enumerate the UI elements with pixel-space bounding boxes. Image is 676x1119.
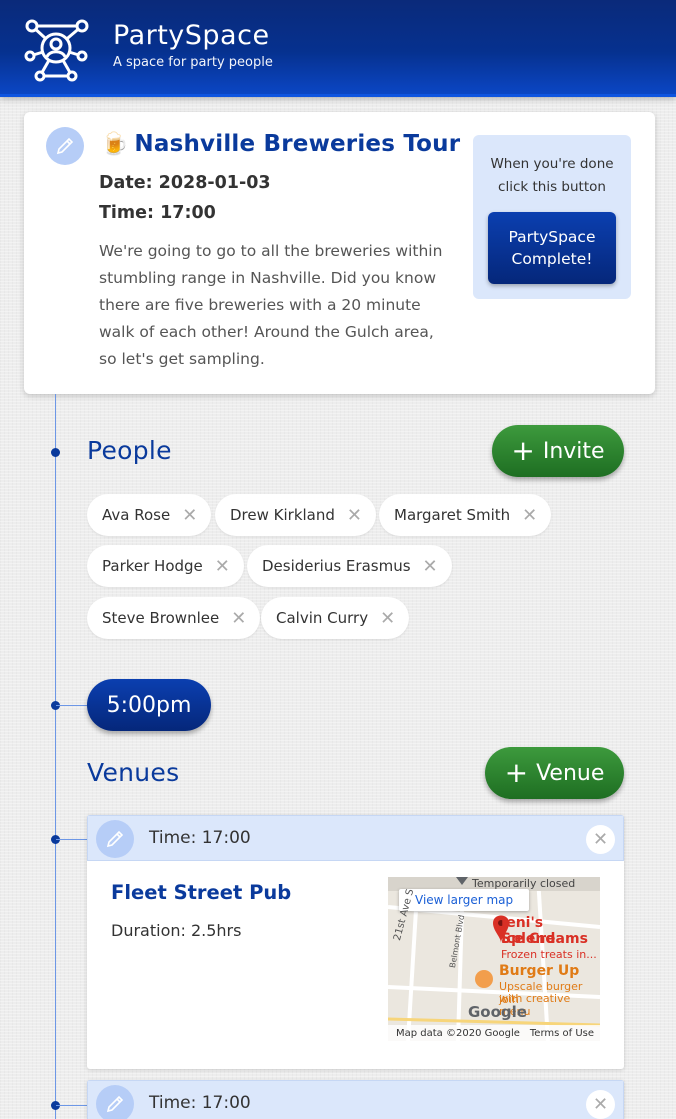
venues-title: Venues xyxy=(87,758,180,787)
venue-header: Time: 17:00 ✕ xyxy=(87,1080,624,1119)
remove-venue-button[interactable]: ✕ xyxy=(586,825,615,854)
invite-button[interactable]: + Invite xyxy=(492,425,624,477)
event-description: We're going to go to all the breweries w… xyxy=(99,242,443,368)
remove-person-icon[interactable]: ✕ xyxy=(215,556,230,577)
edit-venue-button[interactable] xyxy=(96,1085,134,1119)
venue-card: Time: 17:00 ✕ Fleet Street Pub Duration:… xyxy=(87,815,624,1069)
person-name: Steve Brownlee xyxy=(102,609,220,627)
pencil-icon xyxy=(106,1095,124,1113)
person-chip: Steve Brownlee ✕ xyxy=(87,597,261,639)
person-name: Drew Kirkland xyxy=(230,506,335,524)
map-footer: Map data ©2020 Google Terms of Use xyxy=(388,1025,600,1041)
view-larger-map-link[interactable]: View larger map xyxy=(399,889,530,911)
edit-event-button[interactable] xyxy=(46,127,84,165)
remove-person-icon[interactable]: ✕ xyxy=(182,505,197,526)
beer-icon: 🍺 xyxy=(101,131,129,157)
venue-time: Time: 17:00 xyxy=(149,828,251,848)
event-time: Time: 17:00 xyxy=(99,203,216,223)
plus-icon: + xyxy=(504,756,529,789)
event-title-row: 🍺 Nashville Breweries Tour xyxy=(101,131,460,157)
map-place-desc: Frozen treats in... xyxy=(501,948,597,961)
venue-duration: Duration: 2.5hrs xyxy=(111,921,242,940)
remove-person-icon[interactable]: ✕ xyxy=(347,505,362,526)
edit-venue-button[interactable] xyxy=(96,820,134,858)
add-venue-label: Venue xyxy=(536,760,605,786)
timeline-connector xyxy=(56,1105,87,1106)
person-name: Desiderius Erasmus xyxy=(262,557,411,575)
map-place-name: Burger Up xyxy=(499,963,580,979)
remove-person-icon[interactable]: ✕ xyxy=(522,505,537,526)
network-logo-icon[interactable] xyxy=(20,12,92,84)
pencil-icon xyxy=(106,830,124,848)
person-name: Calvin Curry xyxy=(276,609,369,627)
person-chip: Parker Hodge ✕ xyxy=(87,545,244,587)
timeline-dot xyxy=(51,448,60,457)
person-name: Parker Hodge xyxy=(102,557,203,575)
event-date: Date: 2028-01-03 xyxy=(99,173,271,193)
done-prompt: When you're done click this button xyxy=(490,156,614,195)
invite-label: Invite xyxy=(542,438,605,464)
venue-card: Time: 17:00 ✕ xyxy=(87,1080,624,1119)
timeline-line xyxy=(55,394,56,1119)
app-name[interactable]: PartySpace xyxy=(113,20,273,52)
venue-header: Time: 17:00 ✕ xyxy=(87,815,624,861)
event-card: 🍺 Nashville Breweries Tour Date: 2028-01… xyxy=(24,112,655,394)
complete-panel: When you're done click this button Party… xyxy=(473,135,631,299)
remove-venue-button[interactable]: ✕ xyxy=(586,1090,615,1119)
app-header: PartySpace A space for party people xyxy=(0,0,676,97)
plus-icon: + xyxy=(511,434,535,467)
timeline-connector xyxy=(56,839,87,840)
event-title: Nashville Breweries Tour xyxy=(134,131,461,157)
map-terms-link[interactable]: Terms of Use xyxy=(530,1028,594,1039)
map-place-name: Ice Creams xyxy=(501,931,588,947)
remove-person-icon[interactable]: ✕ xyxy=(380,608,395,629)
people-title: People xyxy=(87,436,172,465)
person-chip: Margaret Smith ✕ xyxy=(379,494,552,536)
person-name: Ava Rose xyxy=(102,506,171,524)
brand: PartySpace A space for party people xyxy=(113,20,273,70)
time-slot-pill[interactable]: 5:00pm xyxy=(87,679,211,731)
map-attribution: Map data ©2020 Google xyxy=(396,1027,520,1039)
venue-name[interactable]: Fleet Street Pub xyxy=(111,881,291,904)
person-chip: Desiderius Erasmus ✕ xyxy=(247,545,452,587)
google-logo: Google xyxy=(468,1003,527,1021)
partyspace-complete-button[interactable]: PartySpace Complete! xyxy=(488,212,616,284)
pencil-icon xyxy=(56,137,74,155)
person-chip: Drew Kirkland ✕ xyxy=(215,494,376,536)
timeline-connector xyxy=(56,705,87,706)
close-icon: ✕ xyxy=(592,829,609,850)
venue-time: Time: 17:00 xyxy=(149,1093,251,1113)
app-tagline: A space for party people xyxy=(113,55,273,70)
remove-person-icon[interactable]: ✕ xyxy=(231,608,246,629)
venue-map[interactable]: Temporarily closed View larger map 21st … xyxy=(388,877,600,1041)
person-name: Margaret Smith xyxy=(394,506,511,524)
close-icon: ✕ xyxy=(592,1094,609,1115)
remove-person-icon[interactable]: ✕ xyxy=(423,556,438,577)
add-venue-button[interactable]: + Venue xyxy=(485,747,624,799)
person-chip: Calvin Curry ✕ xyxy=(261,597,410,639)
person-chip: Ava Rose ✕ xyxy=(87,494,212,536)
